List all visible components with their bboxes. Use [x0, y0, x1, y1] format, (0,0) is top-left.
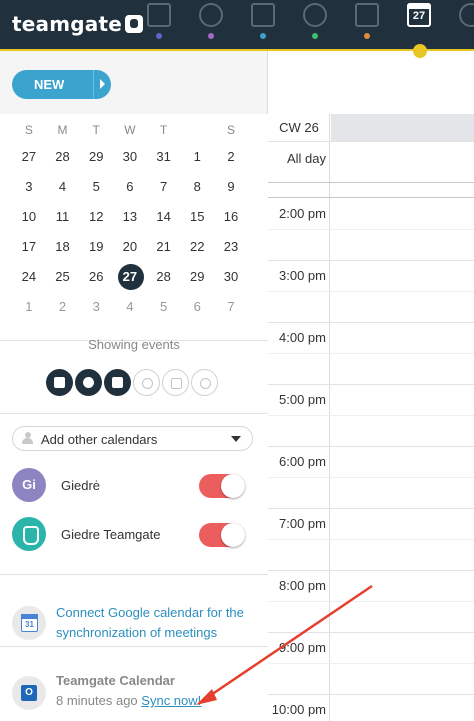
annotation-arrow [196, 584, 373, 705]
arrow-shaft [207, 584, 373, 699]
arrow-head [196, 689, 217, 705]
today-label: 27 [122, 269, 138, 284]
